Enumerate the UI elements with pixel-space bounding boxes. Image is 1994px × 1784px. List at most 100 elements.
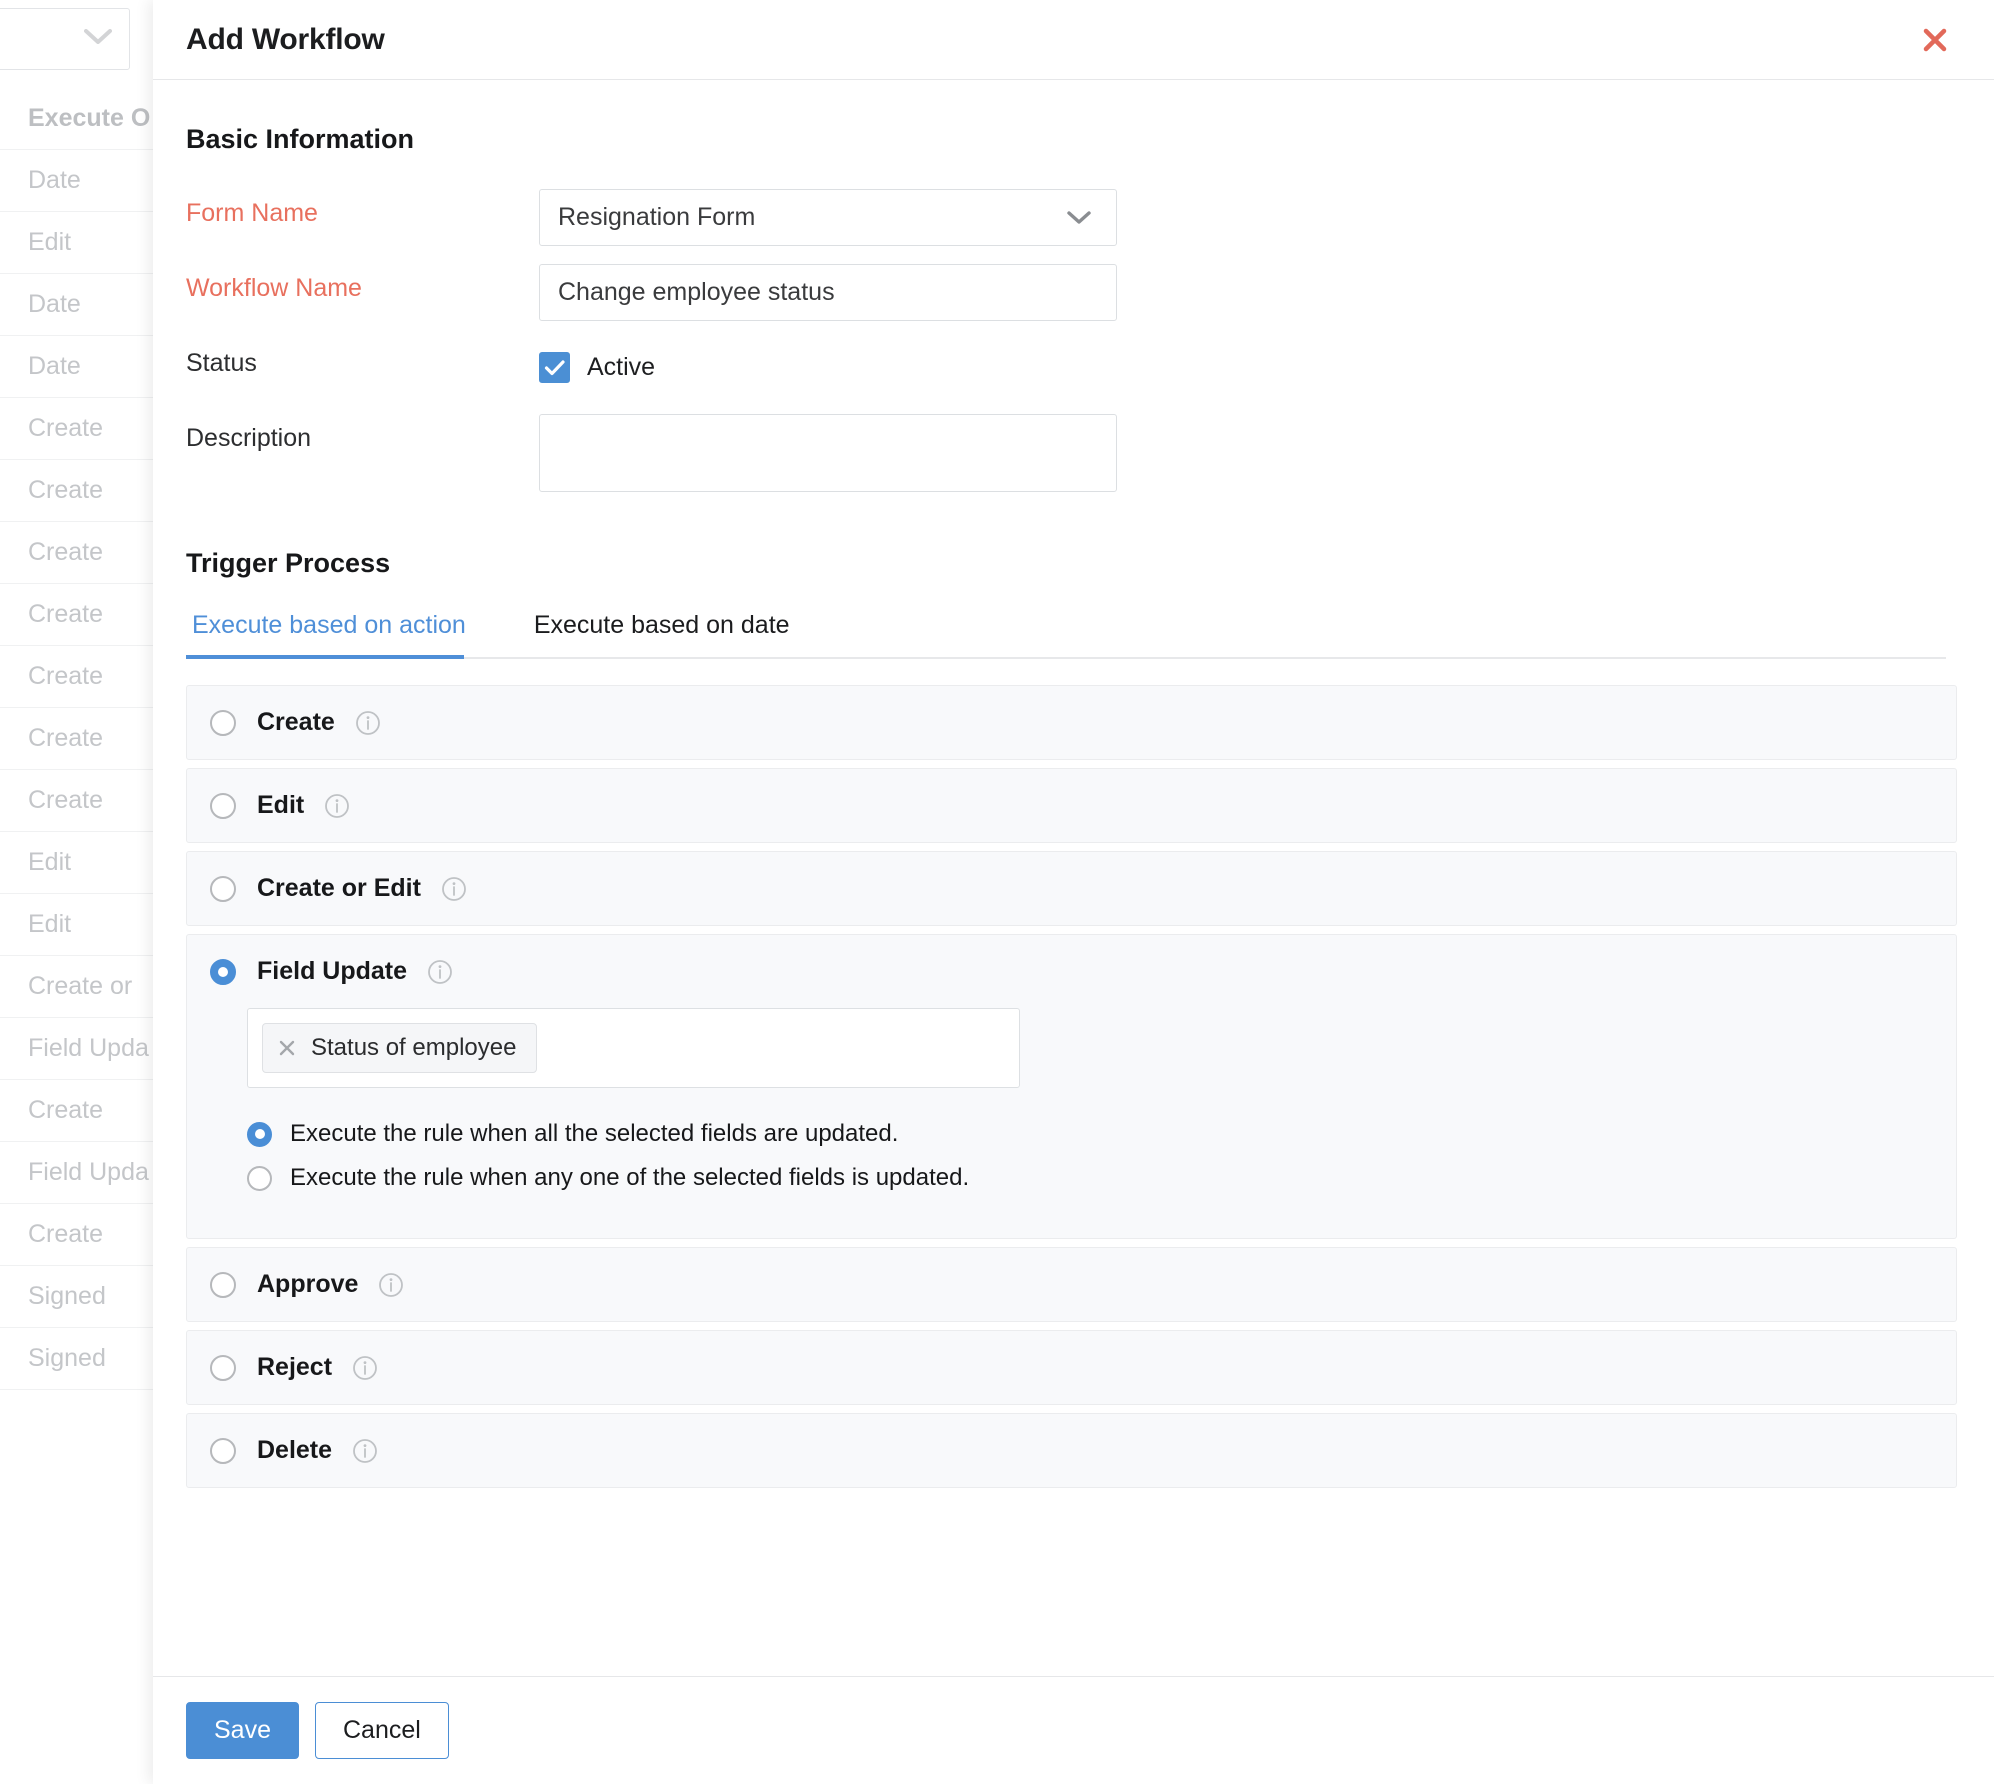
info-icon[interactable]: [352, 1438, 378, 1464]
sub-option-any-field-radio[interactable]: [247, 1165, 272, 1191]
add-workflow-dialog: Add Workflow Basic Information Form Name…: [153, 0, 1994, 1784]
option-create-radio[interactable]: [210, 709, 236, 736]
background-table-row: Edit: [0, 832, 160, 894]
field-update-body: Status of employee Execute the rule when…: [187, 1008, 1956, 1238]
description-textarea[interactable]: [539, 414, 1117, 492]
dialog-body: Basic Information Form Name Resignation …: [153, 80, 1994, 1676]
background-table-row: Create: [0, 460, 160, 522]
option-field-update: Field Update Status of employee Execute …: [186, 934, 1957, 1239]
background-table-row: Field Upda: [0, 1018, 160, 1080]
status-row: Status Active: [186, 339, 1954, 396]
background-table-row: Signed: [0, 1266, 160, 1328]
trigger-process-heading: Trigger Process: [186, 548, 391, 578]
option-delete-header[interactable]: Delete: [187, 1414, 1956, 1487]
option-delete: Delete: [186, 1413, 1957, 1488]
info-icon[interactable]: [427, 959, 453, 985]
status-active-label: Active: [587, 353, 656, 381]
basic-information-heading: Basic Information: [186, 124, 415, 154]
option-edit: Edit: [186, 768, 1957, 843]
background-table-row: Date: [0, 336, 160, 398]
info-icon[interactable]: [324, 793, 350, 819]
field-chip: Status of employee: [262, 1023, 538, 1073]
background-table-row: Create: [0, 770, 160, 832]
option-reject-radio[interactable]: [210, 1354, 236, 1381]
background-table-row: Date: [0, 150, 160, 212]
dialog-header: Add Workflow: [153, 0, 1994, 80]
workflow-name-input[interactable]: Change employee status: [539, 264, 1117, 321]
sub-option-all-fields-radio[interactable]: [247, 1121, 272, 1147]
chevron-down-icon[interactable]: [1066, 210, 1092, 226]
option-create-label: Create: [257, 708, 335, 736]
option-create: Create: [186, 685, 1957, 760]
background-table-row: Edit: [0, 894, 160, 956]
background-table-row: Create: [0, 584, 160, 646]
background-table-row: Create: [0, 522, 160, 584]
status-label: Status: [186, 349, 257, 377]
option-approve: Approve: [186, 1247, 1957, 1322]
background-table-row: Execute O: [0, 88, 160, 150]
field-update-sub-options: Execute the rule when all the selected f…: [247, 1120, 1956, 1192]
background-table: Execute O Date Edit Date Date Create Create Cre…: [0, 88, 160, 1390]
option-reject-header[interactable]: Reject: [187, 1331, 1956, 1404]
cancel-button[interactable]: Cancel: [314, 1702, 449, 1759]
option-approve-radio[interactable]: [210, 1271, 236, 1298]
info-icon[interactable]: [355, 710, 381, 736]
background-table-row: Create or: [0, 956, 160, 1018]
background-toolbar: [0, 8, 130, 70]
form-name-select[interactable]: Resignation Form: [539, 189, 1117, 246]
sub-option-all-fields[interactable]: Execute the rule when all the selected f…: [247, 1120, 1956, 1148]
option-edit-header[interactable]: Edit: [187, 769, 1956, 842]
background-table-row: Edit: [0, 212, 160, 274]
option-edit-label: Edit: [257, 791, 305, 819]
close-icon[interactable]: [1918, 23, 1952, 57]
field-chip-label: Status of employee: [311, 1034, 517, 1061]
background-table-row: Field Upda: [0, 1142, 160, 1204]
background-table-row: Create: [0, 708, 160, 770]
tab-execute-based-on-action[interactable]: Execute based on action: [186, 605, 486, 659]
option-create-or-edit-header[interactable]: Create or Edit: [187, 852, 1956, 925]
option-create-or-edit: Create or Edit: [186, 851, 1957, 926]
background-table-row: Create: [0, 646, 160, 708]
option-reject: Reject: [186, 1330, 1957, 1405]
background-table-row: Create: [0, 398, 160, 460]
save-button[interactable]: Save: [186, 1702, 299, 1759]
info-icon[interactable]: [378, 1272, 404, 1298]
option-create-or-edit-radio[interactable]: [210, 875, 236, 902]
workflow-name-row: Workflow Name Change employee status: [186, 264, 1954, 321]
option-create-header[interactable]: Create: [187, 686, 1956, 759]
status-active-checkbox[interactable]: [539, 352, 570, 383]
trigger-action-options: Create Edit Create or Edit Field Update …: [186, 685, 1957, 1488]
option-edit-radio[interactable]: [210, 792, 236, 819]
tab-execute-based-on-date[interactable]: Execute based on date: [528, 605, 810, 657]
field-select-box[interactable]: Status of employee: [247, 1008, 1020, 1088]
option-approve-label: Approve: [257, 1270, 359, 1298]
workflow-name-value: Change employee status: [558, 278, 835, 306]
sub-option-any-field-label: Execute the rule when any one of the sel…: [290, 1164, 970, 1191]
workflow-name-label: Workflow Name: [186, 274, 362, 302]
option-delete-label: Delete: [257, 1436, 333, 1464]
option-delete-radio[interactable]: [210, 1437, 236, 1464]
sub-option-all-fields-label: Execute the rule when all the selected f…: [290, 1120, 899, 1147]
dialog-footer: Save Cancel: [153, 1676, 1994, 1784]
description-label: Description: [186, 424, 312, 452]
option-field-update-radio[interactable]: [210, 958, 236, 985]
info-icon[interactable]: [441, 876, 467, 902]
info-icon[interactable]: [352, 1355, 378, 1381]
form-name-row: Form Name Resignation Form: [186, 189, 1954, 246]
background-table-row: Signed: [0, 1328, 160, 1390]
option-field-update-label: Field Update: [257, 957, 408, 985]
page-title: Add Workflow: [186, 22, 385, 56]
option-reject-label: Reject: [257, 1353, 333, 1381]
background-table-row: Create: [0, 1204, 160, 1266]
option-create-or-edit-label: Create or Edit: [257, 874, 421, 902]
trigger-process-tabs: Execute based on action Execute based on…: [186, 605, 1946, 659]
close-icon[interactable]: [277, 1038, 297, 1058]
background-table-row: Create: [0, 1080, 160, 1142]
option-field-update-header[interactable]: Field Update: [187, 935, 1956, 1008]
chevron-down-icon[interactable]: [83, 28, 113, 51]
description-row: Description: [186, 414, 1954, 492]
form-name-label: Form Name: [186, 199, 318, 227]
form-name-value: Resignation Form: [558, 203, 756, 231]
sub-option-any-field[interactable]: Execute the rule when any one of the sel…: [247, 1164, 1956, 1192]
option-approve-header[interactable]: Approve: [187, 1248, 1956, 1321]
